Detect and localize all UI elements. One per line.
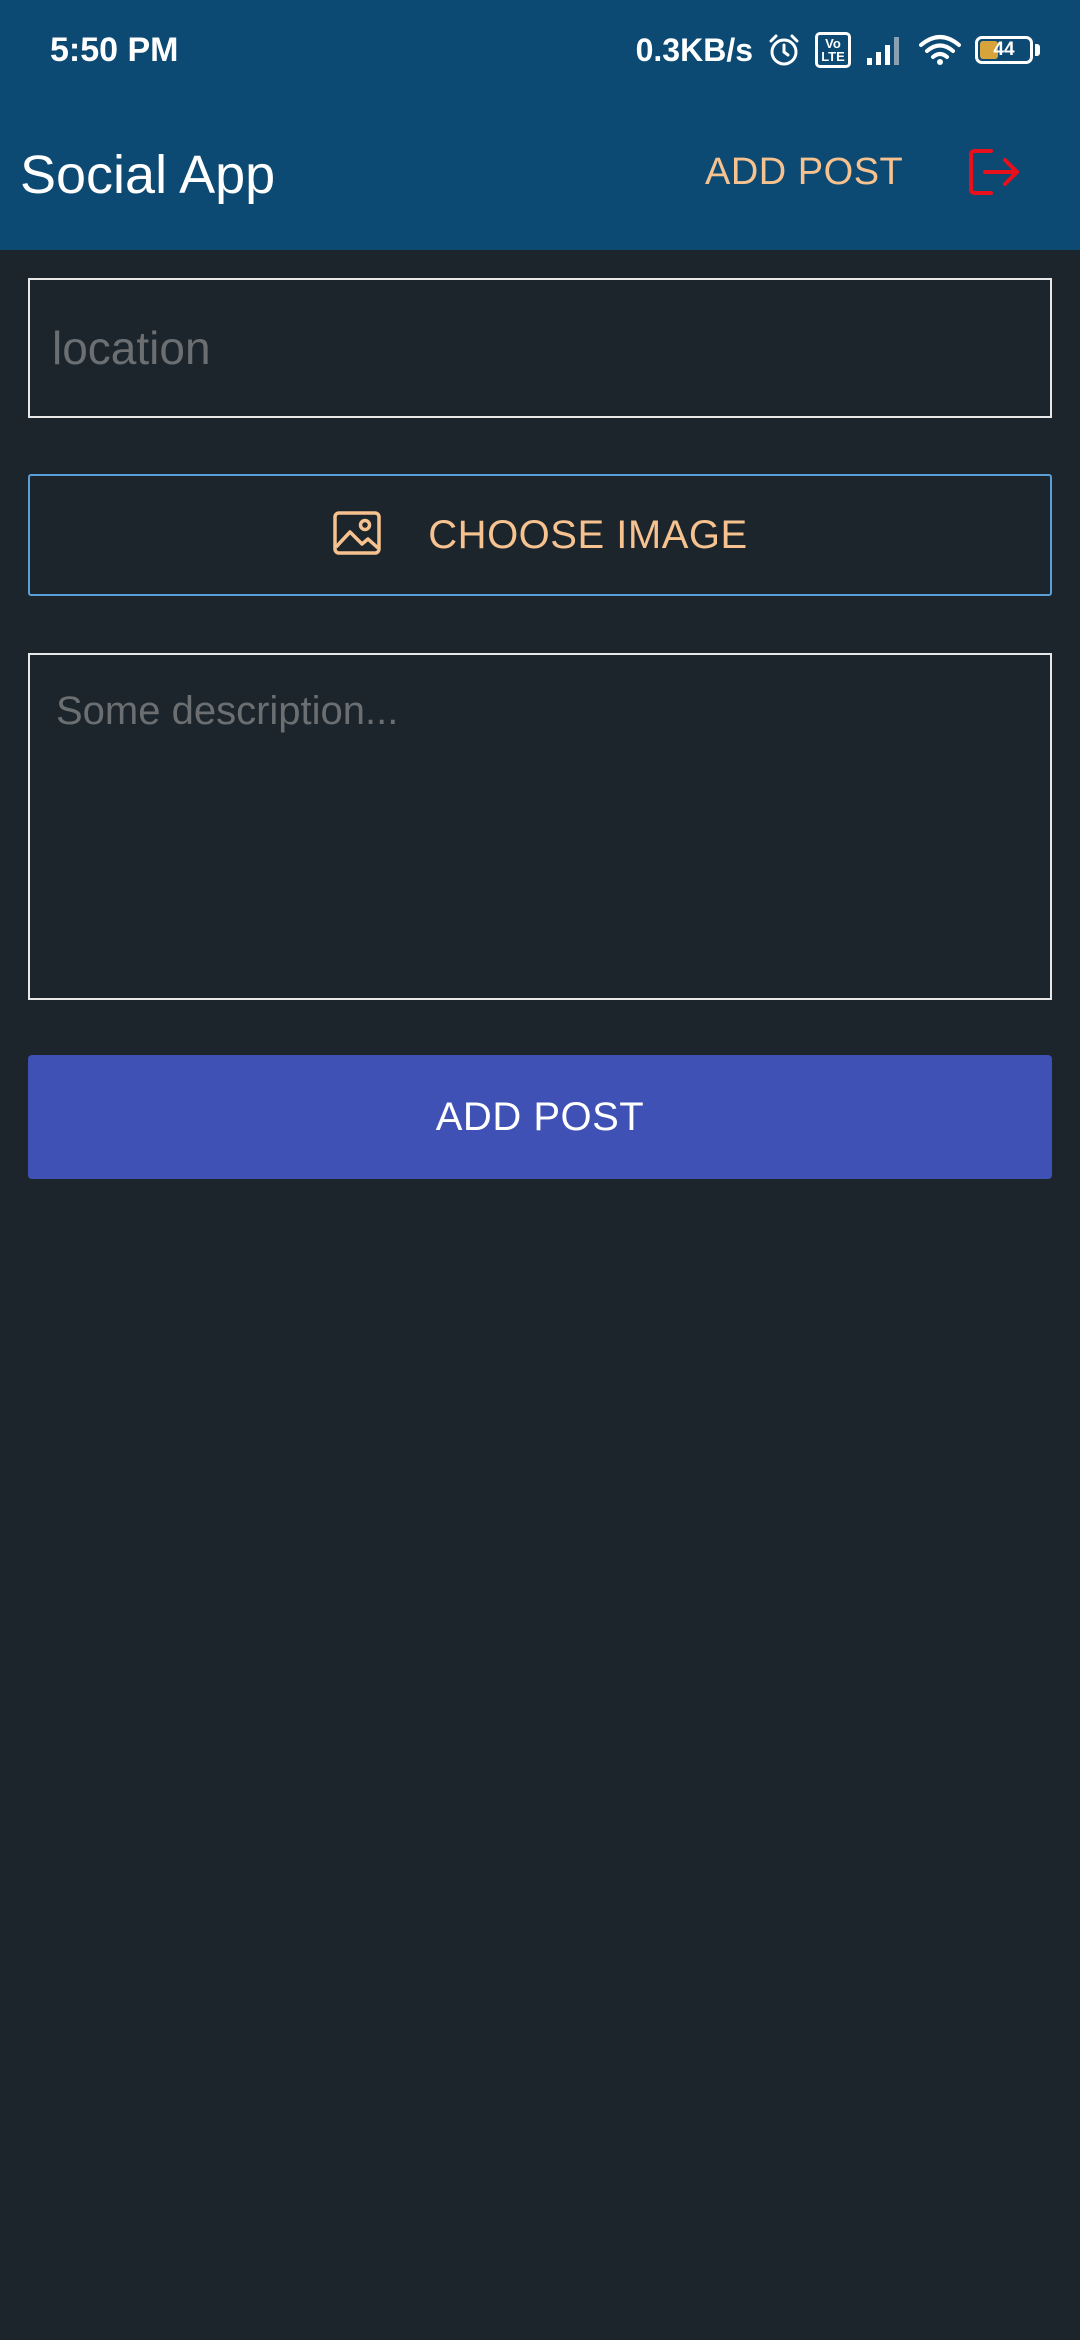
battery-icon: 44 xyxy=(975,36,1033,64)
description-input[interactable] xyxy=(28,653,1052,1000)
battery-level: 44 xyxy=(993,39,1015,60)
add-post-label: ADD POST xyxy=(435,1094,645,1139)
logout-button[interactable] xyxy=(960,142,1030,206)
location-input[interactable] xyxy=(28,278,1052,418)
app-title: Social App xyxy=(20,145,276,205)
signal-icon xyxy=(865,34,905,66)
wifi-icon xyxy=(919,34,961,66)
add-post-button[interactable]: ADD POST xyxy=(28,1055,1052,1179)
network-speed: 0.3KB/s xyxy=(635,31,753,68)
image-icon xyxy=(332,510,382,561)
choose-image-label: CHOOSE IMAGE xyxy=(428,512,748,557)
app-bar: Social App ADD POST xyxy=(0,100,1080,250)
logout-icon xyxy=(967,147,1023,202)
volte-icon: Vo LTE xyxy=(815,32,851,68)
volte-bottom-text: LTE xyxy=(821,49,845,64)
add-post-nav-button[interactable]: ADD POST xyxy=(705,148,903,196)
battery-tip xyxy=(1035,44,1040,56)
status-time: 5:50 PM xyxy=(50,31,179,69)
alarm-icon xyxy=(767,33,801,67)
status-bar: 5:50 PM 0.3KB/s Vo LTE 44 xyxy=(0,0,1080,100)
status-icons: 0.3KB/s Vo LTE 44 xyxy=(636,26,1040,74)
choose-image-button[interactable]: CHOOSE IMAGE xyxy=(28,474,1052,596)
